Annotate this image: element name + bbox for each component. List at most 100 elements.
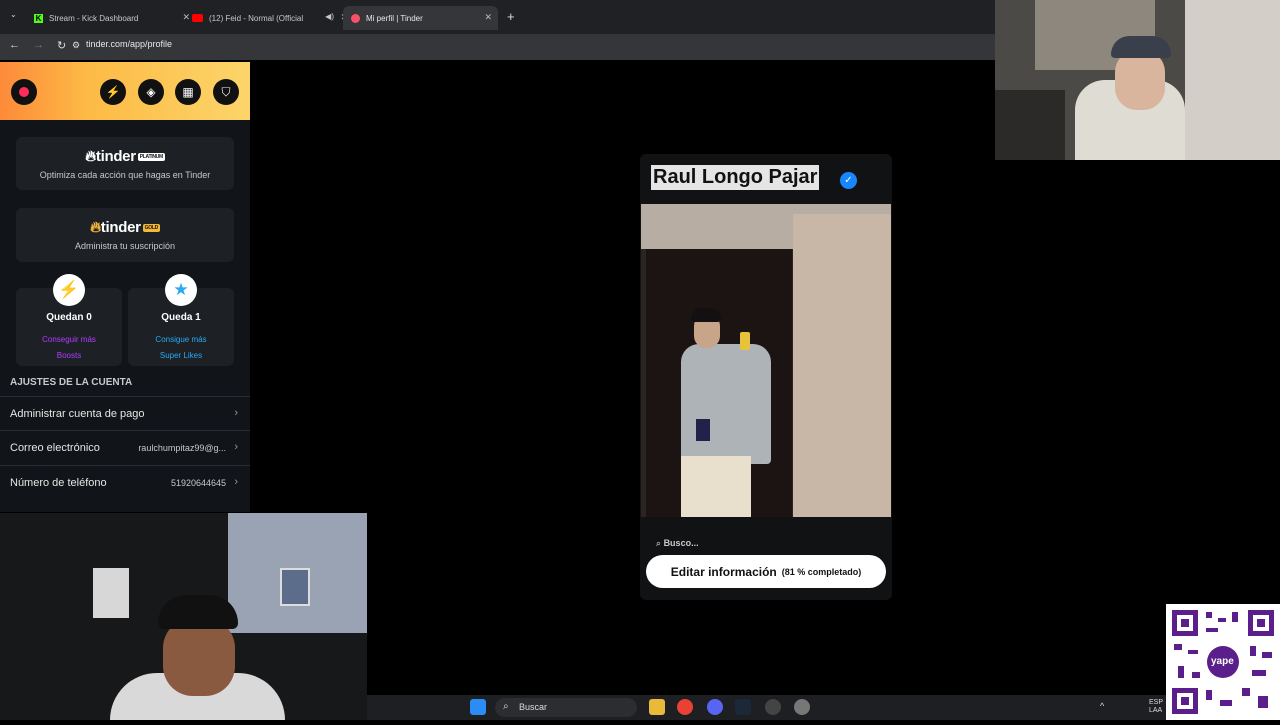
gold-card[interactable]: 🔥︎tinder GOLD Administra tu suscripción: [16, 208, 234, 262]
person-hat: [1111, 36, 1171, 58]
brand-text: tinder: [100, 219, 141, 236]
profile-card: Raul Longo Pajar ✓ ⌕ Busco... Editar inf…: [640, 154, 892, 600]
browser-tab-bar: ⌄ K Stream - Kick Dashboard ✕ (12) Feid …: [0, 0, 995, 34]
tab-kick[interactable]: K Stream - Kick Dashboard ✕: [26, 6, 196, 30]
windows-start-icon[interactable]: [470, 699, 486, 715]
search-placeholder: Buscar: [519, 702, 548, 712]
brand-text: tinder: [95, 148, 136, 165]
explore-icon[interactable]: ◈: [138, 79, 164, 105]
picture-frame: [280, 568, 310, 606]
row-value: raulchumpitaz99@g...: [138, 443, 226, 453]
account-settings-title: AJUSTES DE LA CUENTA: [10, 377, 133, 388]
edit-info-label: Editar información: [670, 564, 777, 579]
superlikes-count: Queda 1: [161, 312, 201, 323]
reload-icon[interactable]: ↻: [57, 39, 66, 52]
shield-icon[interactable]: ⛉: [213, 79, 239, 105]
curtain: [793, 214, 891, 517]
row-label: Administrar cuenta de pago: [10, 408, 145, 420]
url-field[interactable]: tinder.com/app/profile: [86, 39, 172, 49]
back-icon[interactable]: ←: [9, 39, 20, 51]
yape-logo: yape: [1211, 656, 1234, 667]
close-tab-icon[interactable]: ✕: [484, 12, 492, 23]
search-icon: ⌕: [503, 701, 509, 712]
sidebar-header: ⚡ ◈ ▦ ⛉: [0, 62, 250, 120]
gold-subtitle: Administra tu suscripción: [74, 241, 176, 251]
link-line: Conseguir más: [42, 335, 96, 344]
platinum-tag: PLATINUM: [137, 153, 165, 162]
get-superlikes-link[interactable]: Consigue más Super Likes: [128, 332, 234, 364]
boosts-box[interactable]: ⚡ Quedan 0 Conseguir más Boosts: [16, 274, 122, 366]
site-info-icon[interactable]: ⚙: [72, 40, 80, 51]
settings-icon[interactable]: [794, 699, 810, 715]
taskbar-search[interactable]: ⌕ Buscar: [495, 698, 637, 717]
link-line: Boosts: [56, 351, 82, 360]
tab-youtube[interactable]: (12) Feid - Normal (Official ◀) ✕: [184, 6, 354, 30]
lang-line: ESP: [1149, 699, 1164, 706]
forward-icon[interactable]: →: [33, 39, 44, 51]
edit-info-button[interactable]: Editar información (81 % completado): [646, 555, 886, 588]
audio-icon[interactable]: ◀): [325, 12, 334, 21]
chevron-up-icon[interactable]: ^: [1100, 701, 1104, 711]
obs-icon[interactable]: [765, 699, 781, 715]
person-pants: [681, 456, 751, 517]
platinum-card[interactable]: 🔥︎tinder PLATINUM Optimiza cada acción qu…: [16, 137, 234, 190]
platinum-subtitle: Optimiza cada acción que hagas en Tinder: [39, 170, 211, 180]
briefcase-icon[interactable]: ▦: [175, 79, 201, 105]
tinder-icon: [351, 13, 360, 23]
completion-label: (81 % completado): [781, 566, 862, 577]
tab-list-icon[interactable]: ⌄: [10, 10, 17, 19]
platinum-brand: 🔥︎tinder PLATINUM: [16, 148, 234, 165]
row-value: 51920644645: [170, 478, 226, 488]
tinder-flame-icon[interactable]: [11, 79, 37, 105]
boost-icon: ⚡: [53, 274, 85, 306]
looking-for-label: ⌕ Busco...: [656, 538, 699, 549]
row-label: Número de teléfono: [10, 477, 107, 489]
tab-title: Stream - Kick Dashboard: [49, 13, 139, 23]
yape-qr-code: yape: [1166, 604, 1280, 720]
boost-icon[interactable]: ⚡: [100, 79, 126, 105]
search-icon: ⌕: [656, 538, 662, 548]
looking-for-text: Busco...: [663, 538, 699, 548]
link-line: Super Likes: [159, 351, 203, 360]
flame-icon: 🔥︎: [85, 148, 96, 165]
person-cap: [158, 595, 238, 629]
chevron-right-icon: ›: [234, 407, 238, 419]
address-bar-row: ← → ↻ ⚙ tinder.com/app/profile: [0, 34, 995, 60]
person-face: [163, 618, 235, 696]
boosts-count: Quedan 0: [46, 312, 92, 323]
tab-tinder[interactable]: Mi perfil | Tinder ✕: [343, 6, 498, 30]
taskbar: ⌕ Buscar ^ ESP LAA: [367, 695, 1167, 720]
youtube-icon: [192, 14, 203, 22]
kick-icon: K: [34, 13, 43, 23]
gold-tag: GOLD: [142, 224, 160, 233]
flame-icon: 🔥︎: [90, 219, 101, 236]
lang-line: LAA: [1149, 707, 1163, 714]
desk: [995, 90, 1065, 160]
tab-title: Mi perfil | Tinder: [366, 13, 423, 23]
row-payment-account[interactable]: Administrar cuenta de pago ›: [0, 396, 250, 430]
phone: [740, 332, 750, 350]
webcam-streamer-top: [995, 0, 1280, 160]
file-explorer-icon[interactable]: [649, 699, 665, 715]
chevron-right-icon: ›: [234, 441, 238, 453]
verified-badge-icon: ✓: [840, 172, 857, 189]
tab-title: (12) Feid - Normal (Official: [209, 13, 304, 23]
superlikes-box[interactable]: ★ Queda 1 Consigue más Super Likes: [128, 274, 234, 366]
row-phone[interactable]: Número de teléfono 51920644645 ›: [0, 465, 250, 499]
row-email[interactable]: Correo electrónico raulchumpitaz99@g... …: [0, 430, 250, 464]
sidebar: ⚡ ◈ ▦ ⛉ 🔥︎tinder PLATINUM Optimiza cada a…: [0, 62, 250, 512]
discord-icon[interactable]: [707, 699, 723, 715]
chrome-icon[interactable]: [677, 699, 693, 715]
link-line: Consigue más: [155, 335, 207, 344]
language-indicator[interactable]: ESP LAA: [1149, 699, 1163, 715]
profile-photo[interactable]: [641, 204, 891, 517]
person-hair: [691, 308, 721, 322]
star-icon: ★: [165, 274, 197, 306]
get-boosts-link[interactable]: Conseguir más Boosts: [16, 332, 122, 364]
person-shirt: [681, 344, 771, 464]
steam-icon[interactable]: [735, 699, 751, 715]
person-face: [1115, 50, 1165, 110]
new-tab-icon[interactable]: +: [507, 9, 515, 24]
lanyard-badge: [696, 419, 710, 441]
chevron-right-icon: ›: [234, 476, 238, 488]
